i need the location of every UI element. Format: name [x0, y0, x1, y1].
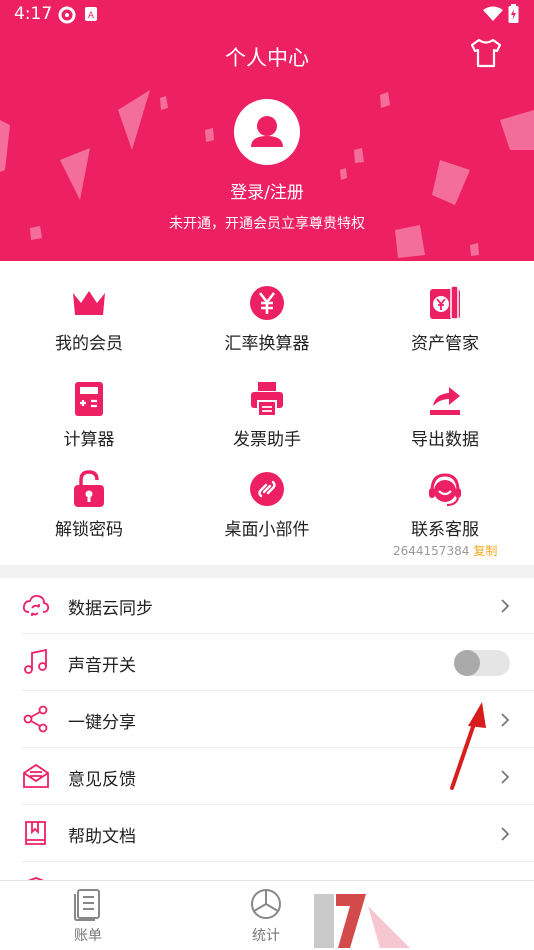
settings-list: 数据云同步 声音开关 一键分享 意见反馈 帮助文档: [0, 578, 534, 880]
user-avatar-icon: [251, 116, 283, 147]
chevron-right-icon: [501, 599, 510, 613]
list-item-share[interactable]: 一键分享: [22, 692, 534, 748]
toggle-knob: [454, 650, 480, 676]
status-time: 4:17: [14, 4, 53, 24]
list-item-cloud-sync[interactable]: 数据云同步: [22, 578, 534, 634]
bill-icon: [74, 889, 100, 921]
printer-icon: [251, 382, 283, 417]
grid-item-label: 联系客服: [411, 520, 479, 540]
grid-item-invoice[interactable]: 发票助手: [178, 379, 356, 450]
grid-item-label: 我的会员: [55, 334, 123, 354]
page-title: 个人中心: [225, 46, 309, 70]
list-item-sound: 声音开关: [22, 635, 534, 691]
sound-toggle[interactable]: [454, 650, 510, 676]
export-icon: [430, 387, 460, 415]
grid-item-customer-service[interactable]: 联系客服: [356, 469, 534, 540]
theme-shirt-icon[interactable]: [469, 38, 503, 68]
contact-number: 2644157384 复制: [393, 542, 497, 559]
calculator-icon: [75, 382, 103, 416]
chevron-right-icon: [501, 827, 510, 841]
wifi-icon: [483, 6, 503, 21]
battery-icon: [508, 4, 519, 23]
grid-item-calculator[interactable]: 计算器: [0, 379, 178, 450]
profile-header: 4:17 A 个人中心 登录/注册 未开通，开通会员立享尊贵特权: [0, 0, 534, 261]
grid-item-label: 计算器: [63, 430, 115, 450]
list-item-feedback[interactable]: 意见反馈: [22, 749, 534, 805]
feature-grid: 我的会员 汇率换算器 资产管家 计算器 发票助手 导出数据 解锁密码 桌面小部件…: [0, 261, 534, 565]
nav-item-label: 统计: [252, 928, 280, 944]
chevron-right-icon: [501, 713, 510, 727]
grid-item-unlock-password[interactable]: 解锁密码: [0, 469, 178, 540]
grid-item-export[interactable]: 导出数据: [356, 379, 534, 450]
lock-icon: [74, 470, 104, 507]
list-item-label: 意见反馈: [68, 770, 136, 790]
copy-link[interactable]: 复制: [473, 544, 497, 558]
list-item-label: 帮助文档: [68, 827, 136, 847]
grid-item-label: 资产管家: [411, 334, 479, 354]
crown-icon: [73, 291, 105, 315]
avatar[interactable]: [234, 99, 300, 165]
list-item-help[interactable]: 帮助文档: [22, 806, 534, 862]
chevron-right-icon: [501, 770, 510, 784]
list-item-label: 一键分享: [68, 713, 136, 733]
list-item-partial[interactable]: [22, 863, 534, 880]
grid-item-widget[interactable]: 桌面小部件: [178, 469, 356, 540]
yen-coin-icon: [250, 286, 284, 320]
grid-item-label: 桌面小部件: [224, 520, 310, 540]
pie-chart-icon: [251, 889, 281, 919]
grid-item-exchange-rate[interactable]: 汇率换算器: [178, 283, 356, 354]
nav-item-label: 账单: [74, 928, 102, 944]
headset-icon: [429, 473, 461, 507]
widget-icon: [250, 472, 284, 506]
watermark-logo: [314, 894, 410, 948]
contact-number-text: 2644157384: [393, 544, 470, 558]
sync-status-icon: [58, 6, 76, 24]
vip-promo-text[interactable]: 未开通，开通会员立享尊贵特权: [0, 213, 534, 233]
music-icon: [24, 648, 47, 674]
cloud-sync-icon: [22, 594, 50, 616]
mail-icon: [23, 763, 49, 788]
grid-item-membership[interactable]: 我的会员: [0, 283, 178, 354]
list-item-label: 声音开关: [68, 656, 136, 676]
app-status-icon: A: [85, 7, 97, 21]
list-item-label: 数据云同步: [68, 599, 153, 619]
grid-item-label: 解锁密码: [55, 520, 123, 540]
nav-item-bill[interactable]: 账单: [48, 887, 128, 945]
share-icon: [23, 705, 48, 733]
svg-text:A: A: [88, 11, 95, 21]
nav-item-stats[interactable]: 统计: [226, 887, 306, 945]
grid-item-label: 导出数据: [411, 430, 479, 450]
wallet-icon: [430, 285, 460, 320]
book-icon: [25, 821, 46, 845]
grid-item-label: 发票助手: [233, 430, 301, 450]
grid-item-asset-manager[interactable]: 资产管家: [356, 283, 534, 354]
grid-item-label: 汇率换算器: [224, 334, 310, 354]
status-bar: 4:17 A: [0, 0, 534, 28]
bottom-navigation: 账单 统计: [0, 880, 534, 950]
login-register-link[interactable]: 登录/注册: [0, 178, 534, 203]
